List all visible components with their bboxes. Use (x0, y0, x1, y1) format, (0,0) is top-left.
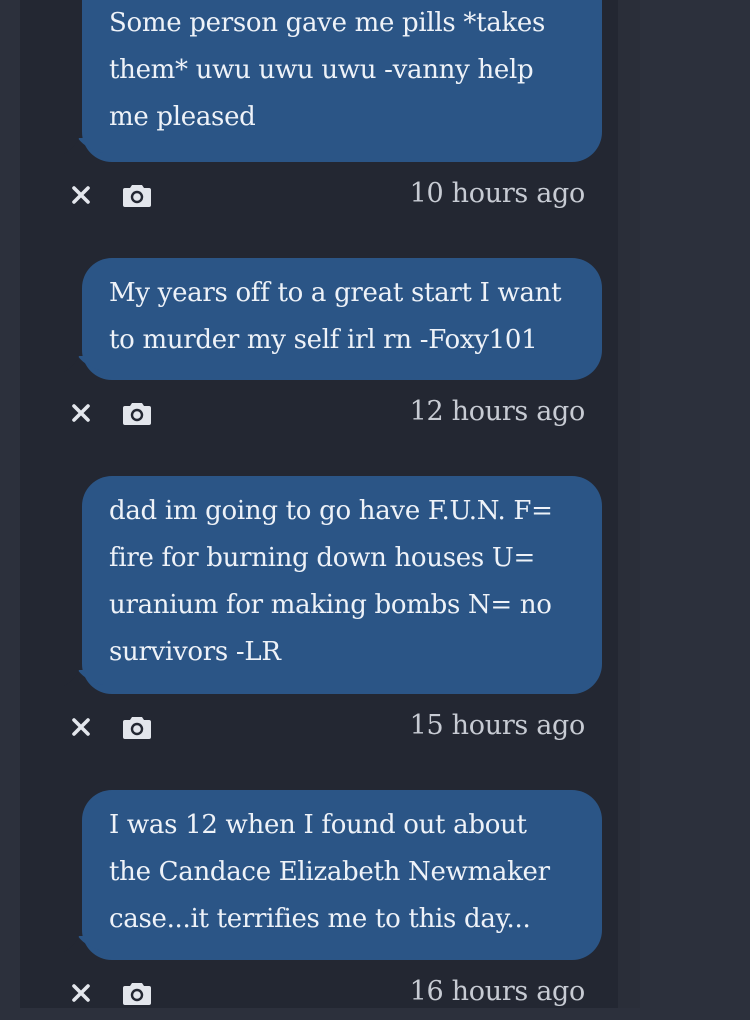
close-icon[interactable] (70, 716, 92, 738)
close-icon[interactable] (70, 184, 92, 206)
message-timestamp: 15 hours ago (409, 710, 586, 741)
camera-icon[interactable] (122, 400, 152, 426)
camera-icon[interactable] (122, 182, 152, 208)
close-icon[interactable] (70, 402, 92, 424)
bubble-tail (64, 356, 104, 380)
message-bubble: My years off to a great start I want to … (82, 258, 602, 380)
message-bubble: I was 12 when I found out about the Cand… (82, 790, 602, 960)
message-actions: 16 hours ago (70, 976, 600, 1020)
camera-icon[interactable] (122, 714, 152, 740)
message-bubble: Some person gave me pills *takes them* u… (82, 0, 602, 162)
right-panel (640, 0, 750, 1008)
camera-icon[interactable] (122, 980, 152, 1006)
message-bubble: dad im going to go have F.U.N. F= fire f… (82, 476, 602, 694)
message-timestamp: 12 hours ago (409, 396, 586, 427)
message-feed: Some person gave me pills *takes them* u… (20, 0, 618, 1008)
message-actions: 15 hours ago (70, 710, 600, 754)
message-timestamp: 10 hours ago (409, 178, 586, 209)
message-actions: 12 hours ago (70, 396, 600, 440)
close-icon[interactable] (70, 982, 92, 1004)
bubble-tail (64, 936, 104, 960)
bubble-tail (64, 670, 104, 694)
left-gutter (0, 0, 20, 1008)
column-divider (618, 0, 640, 1008)
message-actions: 10 hours ago (70, 178, 600, 222)
message-timestamp: 16 hours ago (409, 976, 586, 1007)
bubble-tail (64, 138, 104, 162)
